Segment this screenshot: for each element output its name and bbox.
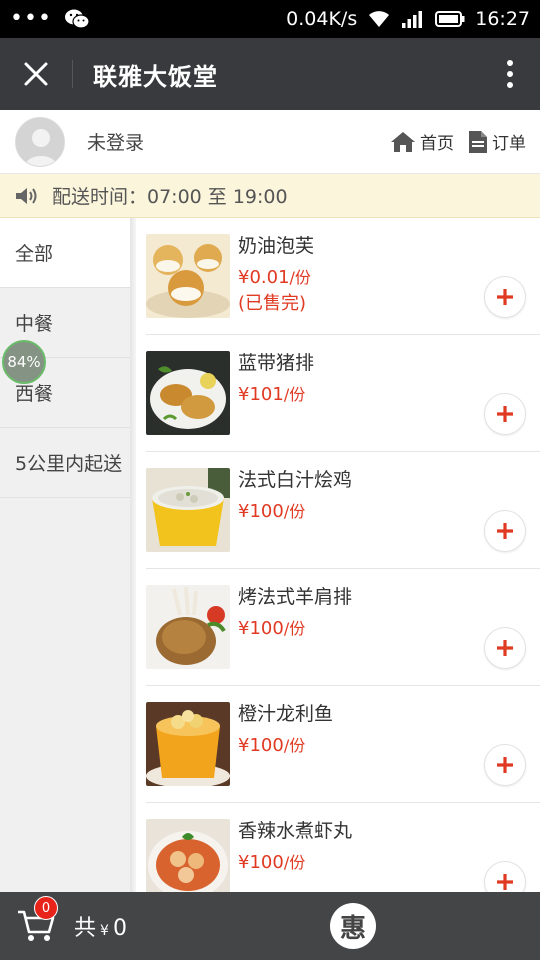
- avatar[interactable]: [15, 116, 65, 167]
- close-button[interactable]: [0, 38, 72, 110]
- product-image-shrimp-balls[interactable]: [146, 819, 230, 892]
- cart-button[interactable]: 0: [14, 896, 58, 948]
- network-speed: 0.04K/s: [286, 8, 358, 30]
- price-unit: /份: [289, 268, 311, 287]
- title-divider: [72, 60, 73, 88]
- add-to-cart-button[interactable]: [484, 627, 526, 669]
- category-menu: 全部 中餐 西餐 5公里内起送: [0, 218, 135, 892]
- cart-total-prefix: 共: [74, 916, 97, 941]
- price-currency: ¥: [238, 384, 250, 405]
- product-price: ¥100/份: [238, 615, 305, 639]
- product-item: 烤法式羊肩排 ¥100/份: [146, 569, 540, 686]
- discount-button[interactable]: 惠: [330, 903, 376, 949]
- orders-link-label: 订单: [492, 134, 526, 154]
- price-currency: ¥: [238, 735, 250, 756]
- price-value: 100: [249, 735, 284, 756]
- product-name: 橙汁龙利鱼: [238, 703, 334, 725]
- product-image-chicken-white-sauce[interactable]: [146, 468, 230, 552]
- product-image-lamb-shoulder[interactable]: [146, 585, 230, 669]
- price-currency: ¥: [238, 852, 250, 873]
- wechat-icon: [64, 9, 90, 29]
- status-dots: •••: [10, 6, 52, 31]
- wifi-icon: [369, 11, 390, 27]
- price-currency: ¥: [238, 267, 250, 288]
- plus-icon: [497, 757, 513, 773]
- product-item: 奶油泡芙 ¥0.01/份 (已售完): [146, 218, 540, 335]
- cart-total-value: 0: [112, 916, 127, 941]
- price-value: 100: [249, 852, 284, 873]
- price-value: 100: [249, 501, 284, 522]
- default-avatar-icon: [16, 117, 64, 166]
- price-value: 101: [249, 384, 284, 405]
- cart-total-currency: ¥: [100, 923, 109, 939]
- clock: 16:27: [475, 8, 530, 30]
- more-vertical-icon: [507, 60, 513, 88]
- plus-icon: [497, 523, 513, 539]
- page-title: 联雅大饭堂: [93, 62, 218, 91]
- add-to-cart-button[interactable]: [484, 510, 526, 552]
- plus-icon: [497, 406, 513, 422]
- product-image-cream-puff[interactable]: [146, 234, 230, 318]
- add-to-cart-button[interactable]: [484, 861, 526, 892]
- product-image-pork-chop[interactable]: [146, 351, 230, 435]
- product-item: 橙汁龙利鱼 ¥100/份: [146, 686, 540, 803]
- category-label: 5公里内起送: [15, 453, 123, 475]
- status-bar: ••• 0.04K/s 16:27: [0, 0, 540, 38]
- more-button[interactable]: [480, 38, 540, 110]
- product-price: ¥100/份: [238, 498, 305, 522]
- notice-bar: 配送时间：07:00 至 19:00: [0, 174, 540, 218]
- product-name: 蓝带猪排: [238, 352, 315, 374]
- cart-count-badge: 0: [34, 896, 58, 920]
- plus-icon: [497, 640, 513, 656]
- title-bar: 联雅大饭堂: [0, 38, 540, 110]
- home-link-label: 首页: [420, 134, 454, 154]
- category-label: 中餐: [15, 313, 54, 335]
- category-all[interactable]: 全部: [0, 218, 135, 288]
- battery-icon: [435, 11, 465, 27]
- plus-icon: [497, 289, 513, 305]
- product-name: 奶油泡芙: [238, 235, 315, 257]
- price-unit: /份: [283, 736, 306, 755]
- document-icon: [469, 130, 487, 153]
- category-delivery-radius[interactable]: 5公里内起送: [0, 428, 135, 498]
- product-price: ¥100/份: [238, 732, 305, 756]
- product-image-orange-fish[interactable]: [146, 702, 230, 786]
- price-unit: /份: [283, 619, 306, 638]
- add-to-cart-button[interactable]: [484, 744, 526, 786]
- sold-out-label: (已售完): [238, 293, 307, 314]
- category-label: 全部: [15, 243, 54, 265]
- product-item: 法式白汁烩鸡 ¥100/份: [146, 452, 540, 569]
- signal-icon: [402, 11, 423, 28]
- cart-total: 共 ¥ 0: [74, 910, 127, 942]
- product-name: 烤法式羊肩排: [238, 586, 353, 608]
- price-value: 0.01: [249, 267, 290, 288]
- product-name: 法式白汁烩鸡: [238, 469, 353, 491]
- login-status[interactable]: 未登录: [87, 128, 144, 155]
- add-to-cart-button[interactable]: [484, 393, 526, 435]
- user-row: 未登录 首页 订单: [0, 110, 540, 174]
- price-currency: ¥: [238, 501, 250, 522]
- orders-link[interactable]: 订单: [468, 129, 526, 154]
- price-currency: ¥: [238, 618, 250, 639]
- speaker-icon: [16, 187, 37, 204]
- product-price: ¥0.01/份: [238, 264, 311, 288]
- product-item: 香辣水煮虾丸 ¥100/份: [146, 803, 540, 892]
- plus-icon: [497, 874, 513, 890]
- cart-bar: 0 共 ¥ 0: [0, 892, 540, 960]
- price-unit: /份: [283, 502, 306, 521]
- home-icon: [391, 131, 415, 152]
- add-to-cart-button[interactable]: [484, 276, 526, 318]
- price-unit: /份: [283, 385, 306, 404]
- delivery-time-notice: 配送时间：07:00 至 19:00: [52, 186, 288, 208]
- progress-bubble[interactable]: 84%: [2, 340, 46, 384]
- price-unit: /份: [283, 853, 306, 872]
- product-list[interactable]: 奶油泡芙 ¥0.01/份 (已售完) 蓝带猪排 ¥101/份 法式白汁烩鸡 ¥1…: [136, 218, 540, 892]
- price-value: 100: [249, 618, 284, 639]
- close-icon: [24, 62, 48, 86]
- home-link[interactable]: 首页: [390, 129, 454, 154]
- product-price: ¥100/份: [238, 849, 305, 873]
- product-item: 蓝带猪排 ¥101/份: [146, 335, 540, 452]
- product-name: 香辣水煮虾丸: [238, 820, 353, 842]
- product-price: ¥101/份: [238, 381, 305, 405]
